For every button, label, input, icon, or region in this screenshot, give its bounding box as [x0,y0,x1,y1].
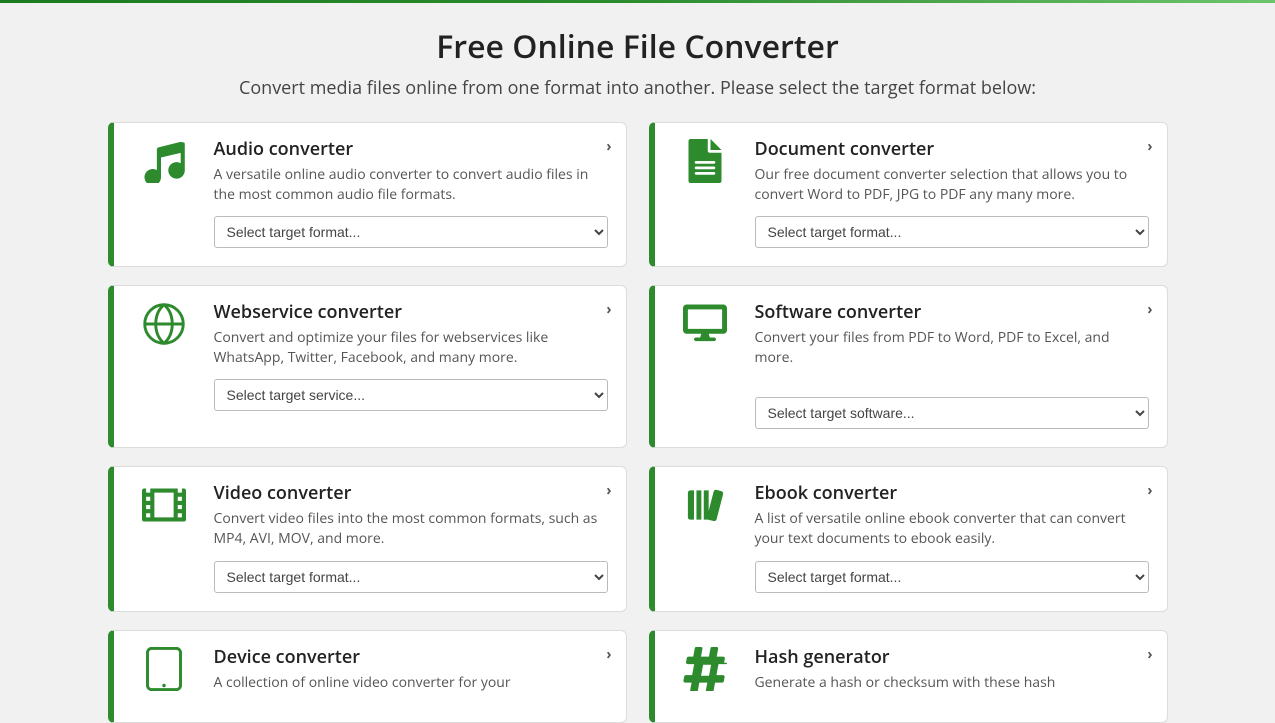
card-title: Audio converter [214,137,608,161]
page-title: Free Online File Converter [0,25,1275,68]
card-desc: Convert video files into the most common… [214,509,608,548]
tablet-icon [132,645,196,705]
card-desc: Our free document converter selection th… [755,165,1149,204]
card-device-converter[interactable]: › Device converter A collection of onlin… [108,630,627,723]
card-desc: Convert and optimize your files for webs… [214,328,608,367]
hash-icon [673,645,737,705]
chevron-right-icon: › [1147,481,1152,500]
chevron-right-icon: › [606,300,611,319]
card-desc: A collection of online video converter f… [214,673,608,693]
chevron-right-icon: › [606,645,611,664]
chevron-right-icon: › [1147,300,1152,319]
music-icon [132,137,196,248]
card-ebook-converter[interactable]: › Ebook converter A list of versatile on… [649,466,1168,611]
monitor-icon [673,300,737,429]
select-target-service[interactable]: Select target service... [214,379,608,411]
select-target-format[interactable]: Select target format... [214,216,608,248]
card-webservice-converter[interactable]: › Webservice converter Convert and optim… [108,285,627,448]
select-target-software[interactable]: Select target software... [755,397,1149,429]
select-target-format[interactable]: Select target format... [214,561,608,593]
card-software-converter[interactable]: › Software converter Convert your files … [649,285,1168,448]
top-accent-bar [0,0,1275,3]
card-title: Software converter [755,300,1149,324]
card-title: Hash generator [755,645,1149,669]
books-icon [673,481,737,592]
globe-icon [132,300,196,429]
select-target-format[interactable]: Select target format... [755,561,1149,593]
card-desc: Generate a hash or checksum with these h… [755,673,1149,693]
card-title: Webservice converter [214,300,608,324]
converter-grid: › Audio converter A versatile online aud… [108,122,1168,723]
card-title: Ebook converter [755,481,1149,505]
doc-icon [673,137,737,248]
card-title: Video converter [214,481,608,505]
chevron-right-icon: › [1147,137,1152,156]
chevron-right-icon: › [1147,645,1152,664]
card-video-converter[interactable]: › Video converter Convert video files in… [108,466,627,611]
chevron-right-icon: › [606,137,611,156]
card-hash-generator[interactable]: › Hash generator Generate a hash or chec… [649,630,1168,723]
card-desc: A versatile online audio converter to co… [214,165,608,204]
card-desc: A list of versatile online ebook convert… [755,509,1149,548]
select-target-format[interactable]: Select target format... [755,216,1149,248]
card-document-converter[interactable]: › Document converter Our free document c… [649,122,1168,267]
card-desc: Convert your files from PDF to Word, PDF… [755,328,1149,367]
film-icon [132,481,196,592]
page-subtitle: Convert media files online from one form… [0,76,1275,100]
card-title: Device converter [214,645,608,669]
chevron-right-icon: › [606,481,611,500]
card-audio-converter[interactable]: › Audio converter A versatile online aud… [108,122,627,267]
card-title: Document converter [755,137,1149,161]
